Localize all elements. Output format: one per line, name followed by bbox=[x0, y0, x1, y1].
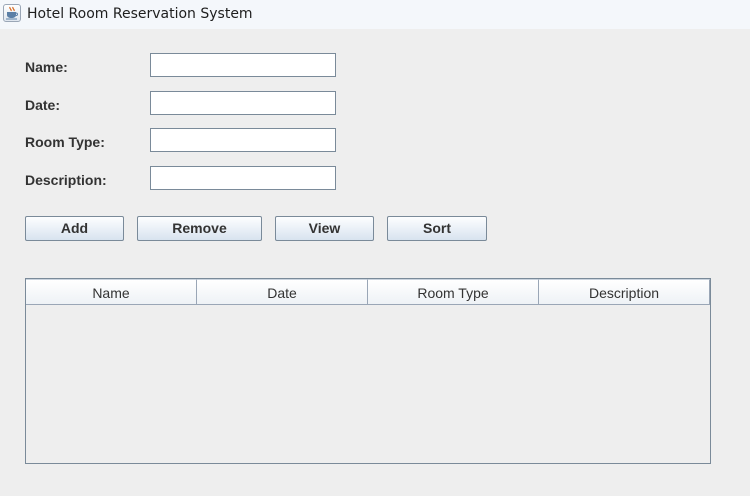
column-header-room-type[interactable]: Room Type bbox=[368, 279, 539, 305]
table-header: Name Date Room Type Description bbox=[26, 279, 710, 305]
room-type-field[interactable] bbox=[150, 128, 336, 152]
description-label: Description: bbox=[25, 172, 107, 188]
room-type-label: Room Type: bbox=[25, 134, 105, 150]
java-cup-icon[interactable] bbox=[3, 4, 21, 22]
add-button[interactable]: Add bbox=[25, 216, 124, 241]
name-field[interactable] bbox=[150, 53, 336, 77]
table-body[interactable] bbox=[26, 305, 710, 463]
reservations-table[interactable]: Name Date Room Type Description bbox=[25, 278, 711, 464]
description-field[interactable] bbox=[150, 166, 336, 190]
view-button[interactable]: View bbox=[275, 216, 374, 241]
title-bar: Hotel Room Reservation System bbox=[0, 0, 750, 29]
column-header-name[interactable]: Name bbox=[26, 279, 197, 305]
date-field[interactable] bbox=[150, 91, 336, 115]
remove-button[interactable]: Remove bbox=[137, 216, 262, 241]
column-header-description[interactable]: Description bbox=[539, 279, 710, 305]
name-label: Name: bbox=[25, 59, 68, 75]
window-title: Hotel Room Reservation System bbox=[27, 6, 253, 22]
date-label: Date: bbox=[25, 97, 61, 113]
sort-button[interactable]: Sort bbox=[387, 216, 487, 241]
column-header-date[interactable]: Date bbox=[197, 279, 368, 305]
